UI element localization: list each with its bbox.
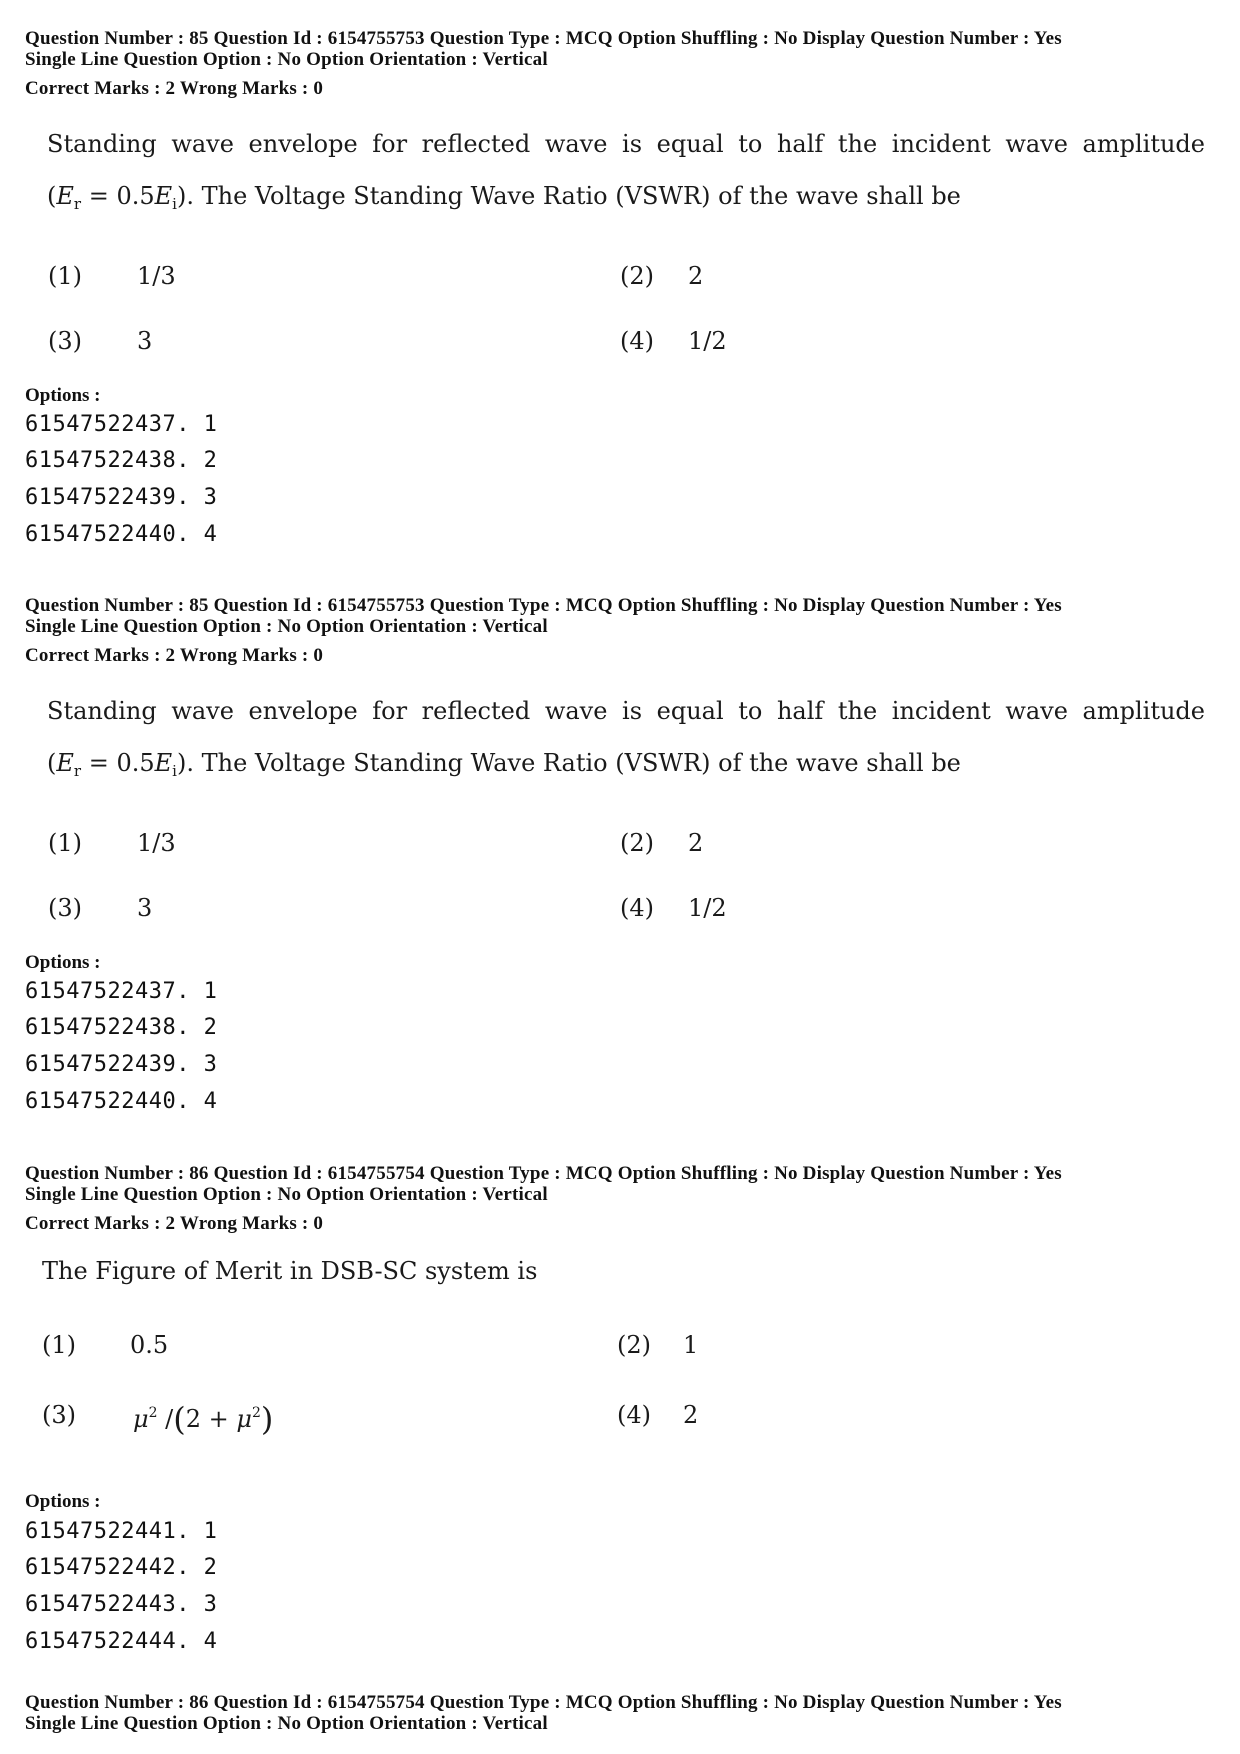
choice-number: (1) xyxy=(48,829,82,857)
choice-number: (2) xyxy=(620,829,654,857)
options-label: Options : xyxy=(25,385,101,406)
question-meta-line2: Single Line Question Option : No Option … xyxy=(25,1184,548,1205)
choice-value: 2 xyxy=(688,262,704,290)
choice-number: (1) xyxy=(42,1331,76,1359)
options-label: Options : xyxy=(25,1491,101,1512)
options-label: Options : xyxy=(25,952,101,973)
choice-value: 2 xyxy=(683,1401,699,1429)
question-stem-line2: (Er = 0.5Ei). The Voltage Standing Wave … xyxy=(47,182,961,213)
option-id: 61547522441. 1 xyxy=(25,1519,218,1544)
choice-number: (4) xyxy=(620,894,654,922)
question-meta-line2: Single Line Question Option : No Option … xyxy=(25,49,548,70)
choice-value: 1/2 xyxy=(688,894,727,922)
option-id: 61547522439. 3 xyxy=(25,485,218,510)
question-stem-line1: Standing wave envelope for reflected wav… xyxy=(47,130,1205,158)
question-marks: Correct Marks : 2 Wrong Marks : 0 xyxy=(25,1213,324,1234)
option-id: 61547522440. 4 xyxy=(25,1089,218,1114)
choice-number: (2) xyxy=(617,1331,651,1359)
option-id: 61547522438. 2 xyxy=(25,1015,218,1040)
question-meta-line1: Question Number : 85 Question Id : 61547… xyxy=(25,595,1062,616)
option-id: 61547522438. 2 xyxy=(25,448,218,473)
choice-value: 1/3 xyxy=(137,262,176,290)
question-meta-line1: Question Number : 86 Question Id : 61547… xyxy=(25,1692,1062,1713)
question-meta-line2: Single Line Question Option : No Option … xyxy=(25,1713,548,1734)
question-stem-line1: The Figure of Merit in DSB-SC system is xyxy=(42,1257,538,1285)
choice-number: (1) xyxy=(48,262,82,290)
stem-math-expression: (Er = 0.5Ei) xyxy=(47,182,187,213)
stem-math-expression: (Er = 0.5Ei) xyxy=(47,749,187,780)
question-marks: Correct Marks : 2 Wrong Marks : 0 xyxy=(25,645,324,666)
question-meta-line1: Question Number : 85 Question Id : 61547… xyxy=(25,28,1062,49)
choice-number: (4) xyxy=(617,1401,651,1429)
option-id: 61547522444. 4 xyxy=(25,1629,218,1654)
choice-number: (3) xyxy=(42,1401,76,1429)
choice-value: 2 xyxy=(688,829,704,857)
choice-value: 1/2 xyxy=(688,327,727,355)
question-marks: Correct Marks : 2 Wrong Marks : 0 xyxy=(25,78,324,99)
choice-number: (4) xyxy=(620,327,654,355)
option-id: 61547522442. 2 xyxy=(25,1555,218,1580)
choice-value: 1 xyxy=(683,1331,699,1359)
question-stem-line1: Standing wave envelope for reflected wav… xyxy=(47,697,1205,725)
choice-number: (2) xyxy=(620,262,654,290)
question-stem-line2: (Er = 0.5Ei). The Voltage Standing Wave … xyxy=(47,749,961,780)
question-meta-line1: Question Number : 86 Question Id : 61547… xyxy=(25,1163,1062,1184)
question-meta-line2: Single Line Question Option : No Option … xyxy=(25,616,548,637)
choice-number: (3) xyxy=(48,894,82,922)
choice-value: 1/3 xyxy=(137,829,176,857)
choice-value: 3 xyxy=(137,327,153,355)
option-id: 61547522439. 3 xyxy=(25,1052,218,1077)
choice-value: 0.5 xyxy=(130,1331,169,1359)
choice-value: 3 xyxy=(137,894,153,922)
choice-value-math: μ2 /(2 + μ2) xyxy=(133,1400,274,1438)
option-id: 61547522437. 1 xyxy=(25,412,218,437)
choice-number: (3) xyxy=(48,327,82,355)
option-id: 61547522443. 3 xyxy=(25,1592,218,1617)
option-id: 61547522437. 1 xyxy=(25,979,218,1004)
option-id: 61547522440. 4 xyxy=(25,522,218,547)
